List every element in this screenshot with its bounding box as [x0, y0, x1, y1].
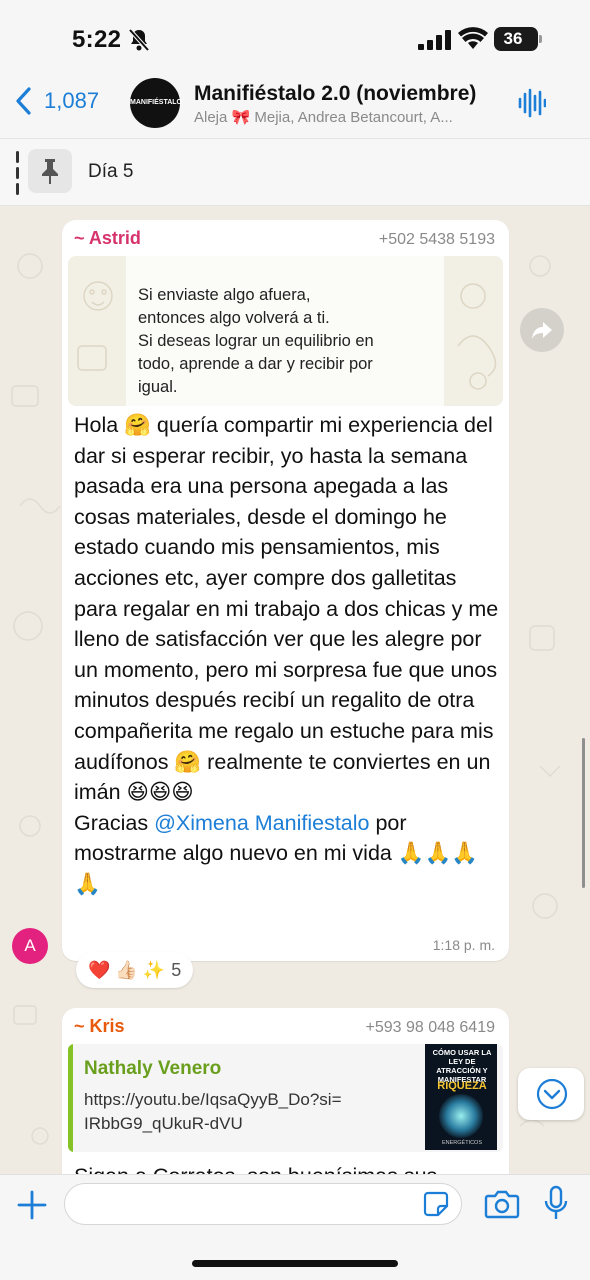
group-avatar[interactable]: MANIFIÉSTALO [130, 78, 182, 128]
sender-name[interactable]: ~ Astrid [74, 228, 141, 249]
forward-button[interactable] [520, 308, 564, 352]
microphone-icon[interactable] [544, 1185, 568, 1221]
message-body: Hola 🤗 quería compartir mi experiencia d… [74, 413, 499, 805]
home-indicator [192, 1260, 398, 1267]
scroll-to-bottom-button[interactable] [518, 1068, 584, 1120]
chat-members[interactable]: Aleja 🎀 Mejia, Andrea Betancourt, A... [194, 108, 494, 126]
pinned-label: Día 5 [88, 161, 134, 182]
quote-text: Si enviaste algo afuera, entonces algo v… [138, 286, 374, 396]
pin-indicator [16, 151, 19, 195]
reactions-pill[interactable]: ❤️ 👍🏻 ✨ 5 [76, 952, 194, 988]
scrollbar[interactable] [582, 738, 585, 888]
message-body-thanks: Gracias [74, 810, 155, 835]
message-time: 1:18 p. m. [432, 937, 495, 953]
mention-link[interactable]: @Ximena Manifiestalo [154, 811, 369, 835]
sender-name[interactable]: ~ Kris [74, 1016, 125, 1037]
message-text: Sigan a Corratos, son buenísimas sus [74, 1164, 437, 1174]
voice-chat-icon[interactable] [518, 88, 546, 118]
chevron-down-circle-icon [536, 1078, 568, 1110]
thumbnail-title: CÓMO USAR LA LEY DE ATRACCIÓN Y MANIFEST… [432, 1048, 492, 1084]
pin-icon [42, 159, 58, 184]
pin-icon-box [28, 149, 72, 193]
camera-icon[interactable] [484, 1189, 520, 1219]
chat-header: 1,087 MANIFIÉSTALO Manifiéstalo 2.0 (nov… [0, 72, 590, 134]
reaction-emojis: ❤️ 👍🏻 ✨ [88, 959, 166, 980]
message-bubble[interactable]: ~ Astrid +502 5438 5193 Si enviaste algo… [62, 220, 509, 961]
unread-count: 1,087 [44, 88, 100, 113]
back-button[interactable]: 1,087 [14, 86, 99, 116]
thumbnail-footer: ENERGÉTICOS [441, 1140, 483, 1146]
group-avatar-logo: MANIFIÉSTALO [130, 99, 182, 106]
bell-slash-icon [128, 28, 150, 52]
chat-area[interactable]: ~ Astrid +502 5438 5193 Si enviaste algo… [0, 206, 590, 1174]
message-input-bar [0, 1174, 590, 1280]
thumbnail-figure [439, 1094, 483, 1138]
link-accent-bar [68, 1044, 73, 1152]
link-preview[interactable]: Nathaly Venero https://youtu.be/IqsaQyyB… [68, 1044, 503, 1152]
link-thumbnail[interactable]: CÓMO USAR LA LEY DE ATRACCIÓN Y MANIFEST… [425, 1044, 497, 1150]
quote-card: Si enviaste algo afuera, entonces algo v… [126, 256, 444, 406]
status-time: 5:22 [72, 26, 122, 53]
sender-avatar[interactable]: A [12, 928, 48, 964]
wifi-icon [458, 27, 488, 49]
link-url[interactable]: https://youtu.be/IqsaQyyB_Do?si=IRbbG9_q… [84, 1088, 344, 1136]
battery-icon: 36 [494, 27, 542, 51]
cellular-signal-icon [418, 30, 451, 50]
message-bubble[interactable]: ~ Kris +593 98 048 6419 Nathaly Venero h… [62, 1008, 509, 1174]
chat-title[interactable]: Manifiéstalo 2.0 (noviembre) [194, 82, 476, 106]
pinned-message-bar[interactable]: Día 5 [0, 138, 590, 206]
battery-level: 36 [503, 29, 523, 48]
message-input[interactable] [64, 1183, 462, 1225]
shared-image[interactable]: Si enviaste algo afuera, entonces algo v… [68, 256, 503, 406]
reaction-count: 5 [171, 959, 182, 980]
status-bar: 5:22 36 [0, 0, 590, 80]
forward-arrow-icon [532, 322, 552, 339]
message-text: Hola 🤗 quería compartir mi experiencia d… [74, 410, 502, 900]
chevron-left-icon [16, 87, 31, 115]
sender-phone: +593 98 048 6419 [365, 1019, 495, 1036]
thumbnail-highlight: RIQUEZA [437, 1080, 487, 1092]
plus-icon[interactable] [16, 1189, 48, 1221]
sticker-icon[interactable] [423, 1191, 449, 1217]
link-title: Nathaly Venero [84, 1058, 222, 1079]
sender-phone: +502 5438 5193 [378, 231, 495, 248]
